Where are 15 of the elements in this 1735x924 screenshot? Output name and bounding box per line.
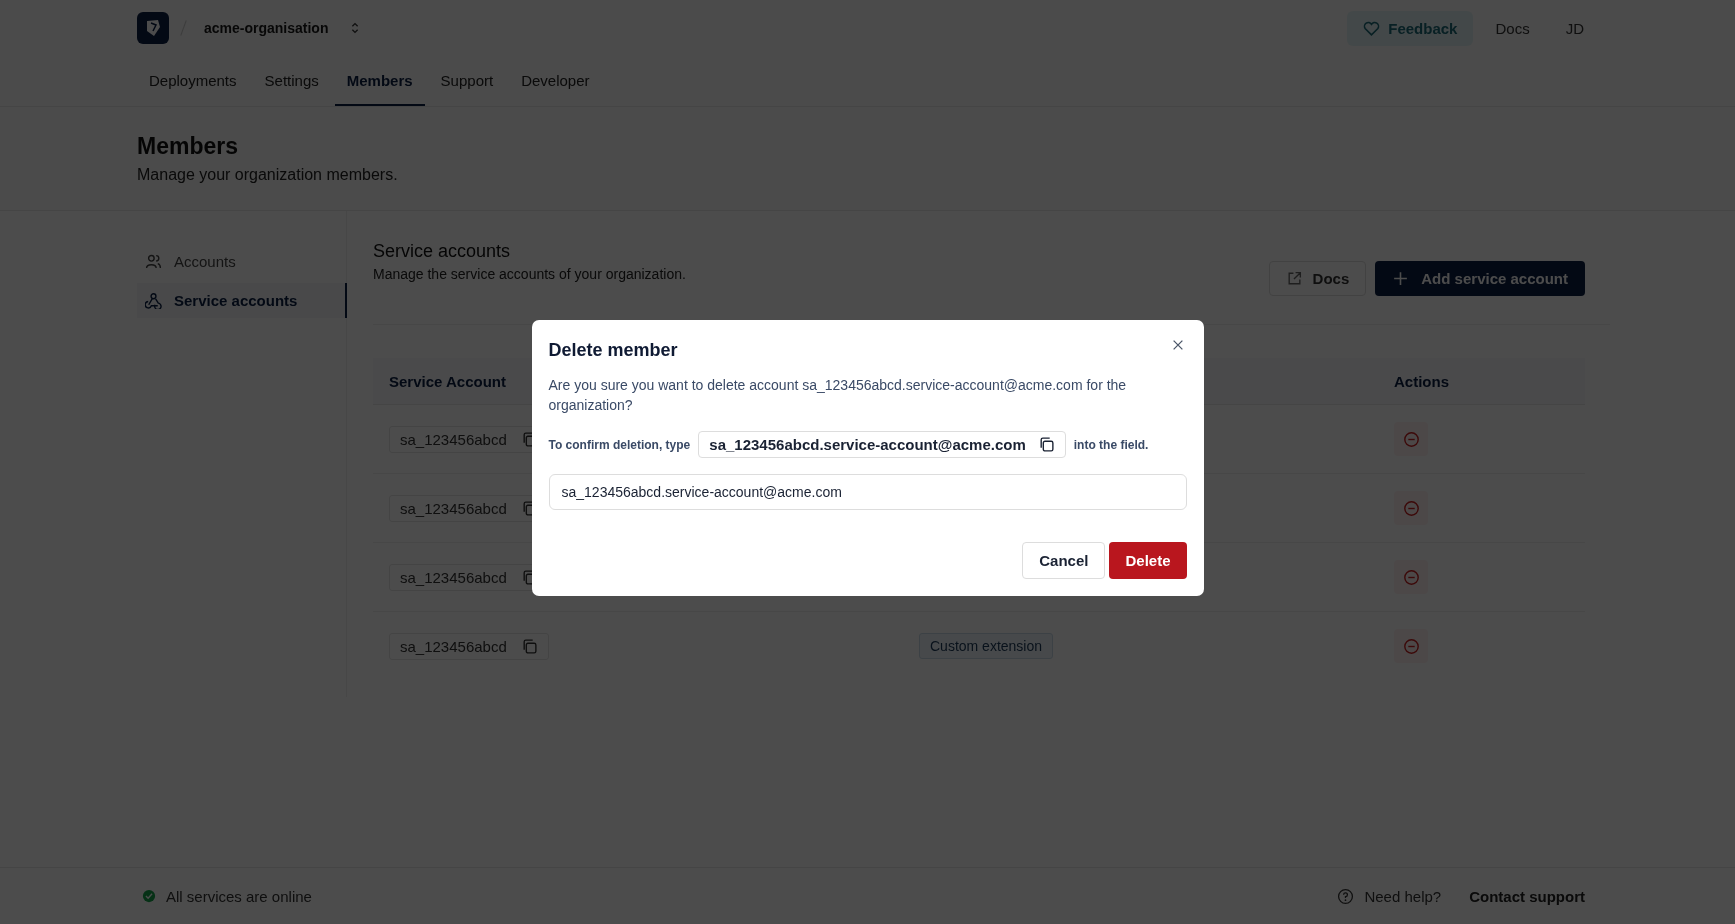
cancel-button[interactable]: Cancel	[1022, 542, 1106, 579]
section-subtitle: Manage the service accounts of your organization.	[373, 266, 686, 282]
copy-icon[interactable]	[1037, 436, 1055, 453]
section-title: Service accounts	[373, 241, 512, 262]
dialog-title: Delete member	[548, 340, 679, 361]
delete-button[interactable]: Delete	[1109, 542, 1187, 579]
confirm-instruction: To confirm deletion, type	[548, 437, 691, 452]
page-title: Members	[137, 133, 239, 160]
column-header: Actions	[1394, 372, 1449, 390]
page-subtitle: Manage your organization members.	[137, 166, 399, 184]
confirm-code-chip: sa_123456abcd.service-account@acme.com	[698, 431, 1066, 458]
dialog-message: Are you sure you want to delete account sa_123456abcd.service-account@acme.com for the organization?	[548, 376, 1128, 415]
confirm-input-field[interactable]: sa_123456abcd.service-account@acme.com	[548, 474, 1187, 510]
confirm-instruction: into the field.	[1073, 437, 1149, 452]
column-header: Service Account	[389, 372, 506, 390]
